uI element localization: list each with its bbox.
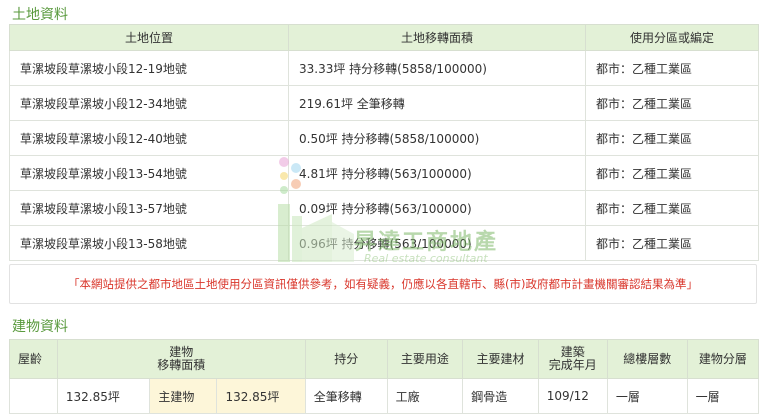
header-location: 土地位置	[9, 24, 289, 51]
header-total-floors: 總樓層數	[606, 339, 688, 379]
table-row: 草漯坡段草漯坡小段12-19地號 33.33坪 持分移轉(5858/100000…	[9, 50, 759, 86]
land-location: 草漯坡段草漯坡小段13-54地號	[9, 155, 289, 191]
header-area: 土地移轉面積	[288, 24, 586, 51]
land-area: 219.61坪 全筆移轉	[288, 85, 586, 121]
header-floor: 建物分層	[686, 339, 760, 379]
building-floor: 一層	[686, 378, 760, 414]
building-age	[9, 378, 58, 414]
land-location: 草漯坡段草漯坡小段13-58地號	[9, 225, 289, 261]
land-area: 33.33坪 持分移轉(5858/100000)	[288, 50, 586, 86]
header-area-line2: 移轉面積	[157, 358, 206, 372]
land-area: 4.81坪 持分移轉(563/100000)	[288, 155, 586, 191]
land-location: 草漯坡段草漯坡小段12-34地號	[9, 85, 289, 121]
header-age: 屋齡	[9, 339, 58, 379]
main-building-area: 132.85坪	[216, 378, 306, 414]
building-use: 工廠	[386, 378, 464, 414]
table-row: 草漯坡段草漯坡小段13-58地號 0.96坪 持分移轉(563/100000) …	[9, 225, 759, 261]
zoning-notice: 「本網站提供之都市地區土地使用分區資訊僅供參考，如有疑義，仍應以各直轄市、縣(市…	[9, 264, 757, 304]
building-table: 屋齡 建物 移轉面積 持分 主要用途 主要建材 建築 完成年月 總樓層數 建物分…	[9, 339, 760, 414]
land-zoning: 都市：乙種工業區	[585, 155, 759, 191]
building-completed: 109/12	[537, 378, 608, 414]
land-location: 草漯坡段草漯坡小段12-40地號	[9, 120, 289, 156]
building-share: 全筆移轉	[304, 378, 388, 414]
header-area-line1: 建物	[169, 345, 194, 359]
table-row: 草漯坡段草漯坡小段13-57地號 0.09坪 持分移轉(563/100000) …	[9, 190, 759, 226]
header-completed-line2: 完成年月	[548, 358, 597, 372]
land-area: 0.96坪 持分移轉(563/100000)	[288, 225, 586, 261]
building-total-floors: 一層	[606, 378, 688, 414]
land-zoning: 都市：乙種工業區	[585, 50, 759, 86]
land-zoning: 都市：乙種工業區	[585, 85, 759, 121]
header-completed-line1: 建築	[560, 345, 585, 359]
table-row: 132.85坪 主建物 132.85坪 全筆移轉 工廠 鋼骨造 109/12 一…	[9, 378, 760, 414]
land-section-title: 土地資料	[12, 7, 68, 23]
header-material: 主要建材	[462, 339, 539, 379]
land-zoning: 都市：乙種工業區	[585, 120, 759, 156]
table-row: 草漯坡段草漯坡小段13-54地號 4.81坪 持分移轉(563/100000) …	[9, 155, 759, 191]
building-total-area: 132.85坪	[56, 378, 151, 414]
building-section-title: 建物資料	[12, 319, 68, 335]
land-location: 草漯坡段草漯坡小段12-19地號	[9, 50, 289, 86]
table-row: 草漯坡段草漯坡小段12-34地號 219.61坪 全筆移轉 都市：乙種工業區	[9, 85, 759, 121]
main-building-label: 主建物	[149, 378, 218, 414]
header-completed: 建築 完成年月	[537, 339, 608, 379]
building-table-header: 屋齡 建物 移轉面積 持分 主要用途 主要建材 建築 完成年月 總樓層數 建物分…	[9, 339, 760, 379]
building-material: 鋼骨造	[462, 378, 539, 414]
land-location: 草漯坡段草漯坡小段13-57地號	[9, 190, 289, 226]
header-use: 主要用途	[386, 339, 464, 379]
land-area: 0.09坪 持分移轉(563/100000)	[288, 190, 586, 226]
land-area: 0.50坪 持分移轉(5858/100000)	[288, 120, 586, 156]
header-zoning: 使用分區或編定	[585, 24, 759, 51]
land-zoning: 都市：乙種工業區	[585, 225, 759, 261]
table-row: 草漯坡段草漯坡小段12-40地號 0.50坪 持分移轉(5858/100000)…	[9, 120, 759, 156]
land-table: 土地位置 土地移轉面積 使用分區或編定 草漯坡段草漯坡小段12-19地號 33.…	[9, 24, 759, 261]
land-zoning: 都市：乙種工業區	[585, 190, 759, 226]
header-share: 持分	[304, 339, 388, 379]
header-transfer-area: 建物 移轉面積	[56, 339, 306, 379]
land-table-header: 土地位置 土地移轉面積 使用分區或編定	[9, 24, 759, 51]
